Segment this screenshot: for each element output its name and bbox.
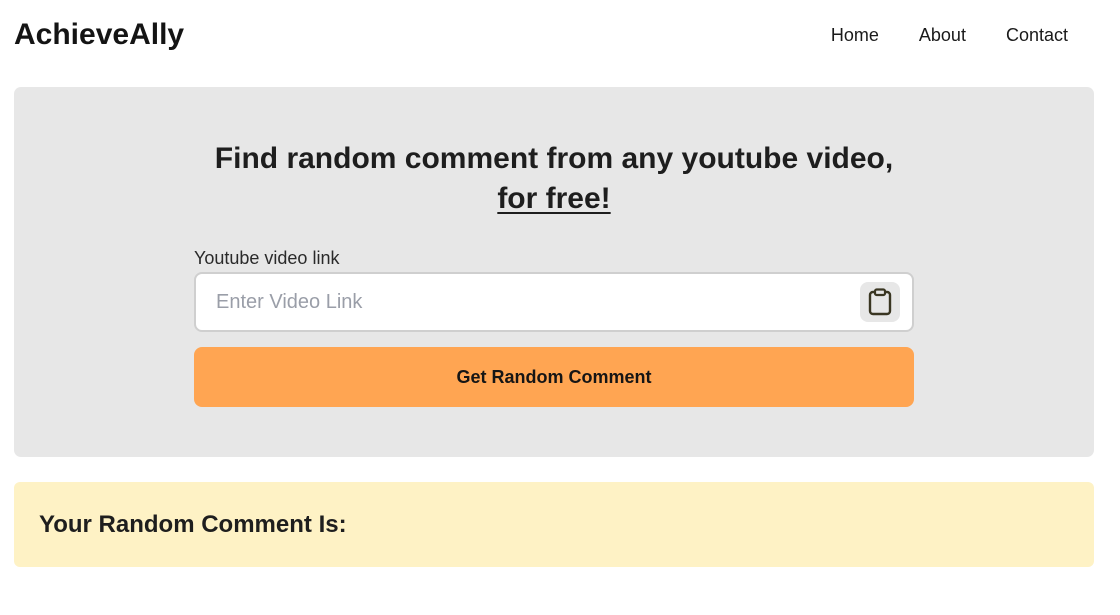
clipboard-icon (868, 288, 892, 316)
result-panel: Your Random Comment Is: (14, 482, 1094, 567)
video-link-field (194, 272, 914, 332)
navbar: AchieveAlly Home About Contact (14, 0, 1094, 70)
paste-button[interactable] (860, 282, 900, 322)
nav-link-contact[interactable]: Contact (1006, 24, 1068, 46)
nav-link-home[interactable]: Home (831, 24, 879, 46)
result-heading: Your Random Comment Is: (39, 511, 347, 538)
get-random-comment-button[interactable]: Get Random Comment (194, 347, 914, 407)
hero-title: Find random comment from any youtube vid… (14, 139, 1094, 219)
logo[interactable]: AchieveAlly (14, 17, 184, 53)
hero-title-free: for free! (497, 182, 611, 215)
video-link-input[interactable] (196, 274, 856, 330)
nav-link-about[interactable]: About (919, 24, 966, 46)
hero-title-line1: Find random comment from any youtube vid… (214, 142, 894, 175)
video-link-label: Youtube video link (194, 248, 340, 268)
page: AchieveAlly Home About Contact Find rand… (0, 0, 1120, 615)
nav-links: Home About Contact (831, 24, 1068, 46)
hero-panel: Find random comment from any youtube vid… (14, 87, 1094, 457)
